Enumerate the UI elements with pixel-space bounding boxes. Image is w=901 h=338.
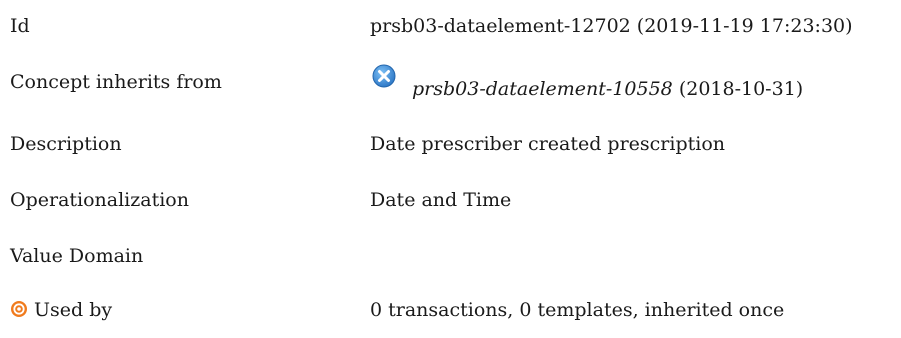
target-icon xyxy=(10,300,28,318)
used-by-value: 0 transactions, 0 templates, inherited o… xyxy=(370,299,785,321)
target-icon-svg xyxy=(11,301,27,317)
used-by-label: Used by xyxy=(34,299,113,321)
row-operationalization: Operationalization Date and Time xyxy=(0,188,901,228)
row-id: Id prsb03-dataelement-12702 (2019-11-19 … xyxy=(0,14,901,54)
row-value-domain: Value Domain xyxy=(0,244,901,284)
operationalization-label: Operationalization xyxy=(10,189,189,211)
concept-properties: Id prsb03-dataelement-12702 (2019-11-19 … xyxy=(0,0,901,321)
inherits-label: Concept inherits from xyxy=(10,71,222,93)
used-by-label-wrap[interactable]: Used by xyxy=(10,298,112,322)
inherited-concept-date: (2018-10-31) xyxy=(672,78,804,100)
id-label: Id xyxy=(10,15,30,37)
inherited-concept-link[interactable]: prsb03-dataelement-10558 xyxy=(412,78,673,100)
row-used-by: Used by 0 transactions, 0 templates, inh… xyxy=(0,298,901,338)
close-circle-icon[interactable] xyxy=(372,64,396,88)
row-description: Description Date prescriber created pres… xyxy=(0,132,901,172)
operationalization-value: Date and Time xyxy=(370,189,512,211)
close-circle-icon-svg xyxy=(372,64,396,88)
description-value: Date prescriber created prescription xyxy=(370,133,726,155)
inherits-value: prsb03-dataelement-10558 (2018-10-31) xyxy=(412,77,803,101)
id-value: prsb03-dataelement-12702 (2019-11-19 17:… xyxy=(370,15,853,37)
row-concept-inherits: Concept inherits from prsb03-dataelement… xyxy=(0,64,901,110)
description-label: Description xyxy=(10,133,122,155)
value-domain-label: Value Domain xyxy=(10,245,144,267)
